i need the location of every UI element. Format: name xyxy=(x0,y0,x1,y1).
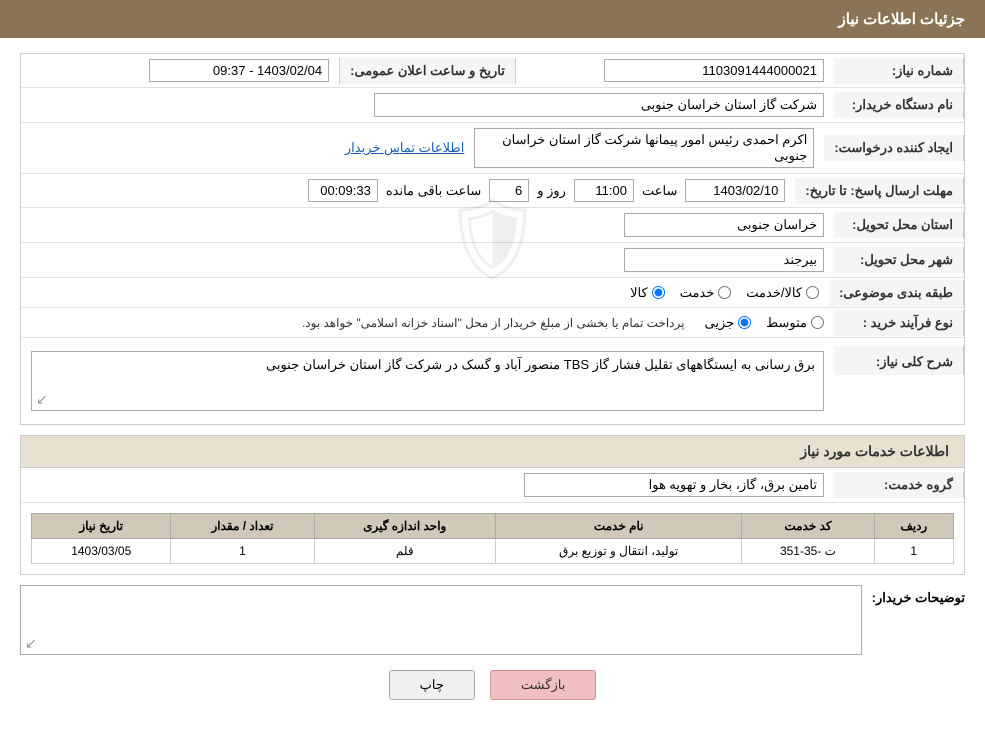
requester-input: اکرم احمدی رئیس امور پیمانها شرکت گاز اس… xyxy=(474,128,814,168)
row-buyer-org: نام دستگاه خریدار: شرکت گاز استان خراسان… xyxy=(21,88,964,123)
services-title: اطلاعات خدمات مورد نیاز xyxy=(21,436,964,468)
province-input: خراسان جنوبی xyxy=(624,213,824,237)
requester-label: ایجاد کننده درخواست: xyxy=(824,135,964,161)
page-wrapper: جزئیات اطلاعات نیاز 🛡 شماره نیاز: 110309… xyxy=(0,0,985,730)
description-label: شرح کلی نیاز: xyxy=(834,346,964,375)
need-number-input: 1103091444000021 xyxy=(604,59,824,82)
reply-time-label: ساعت xyxy=(642,183,677,199)
info-section: 🛡 شماره نیاز: 1103091444000021 تاریخ و س… xyxy=(20,53,965,425)
col-quantity: تعداد / مقدار xyxy=(171,514,314,539)
process-note: پرداخت تمام یا بخشی از مبلغ خریدار از مح… xyxy=(302,316,685,330)
page-title: جزئیات اطلاعات نیاز xyxy=(839,11,966,28)
table-cell-quantity: 1 xyxy=(171,539,314,564)
category-value: کالا/خدمت خدمت کالا xyxy=(21,280,829,306)
table-cell-code: ت -35-351 xyxy=(742,539,874,564)
table-cell-name: تولید، انتقال و توزیع برق xyxy=(495,539,741,564)
category-kala-khedmat-radio[interactable] xyxy=(806,286,819,299)
category-kala-item: کالا xyxy=(630,285,665,301)
row-requester: ایجاد کننده درخواست: اکرم احمدی رئیس امو… xyxy=(21,123,964,174)
buyer-notes-resize-icon: ↙ xyxy=(25,635,37,652)
category-kala-radio[interactable] xyxy=(652,286,665,299)
category-kala-label: کالا xyxy=(630,285,648,301)
reply-remaining-label: ساعت باقی مانده xyxy=(386,183,481,199)
col-unit: واحد اندازه گیری xyxy=(314,514,495,539)
announce-date-input: 1403/02/04 - 09:37 xyxy=(149,59,329,82)
buttons-row: بازگشت چاپ xyxy=(20,670,965,715)
reply-days-label: روز و xyxy=(537,183,566,199)
category-kala-khedmat-item: کالا/خدمت xyxy=(746,285,819,301)
col-name: نام خدمت xyxy=(495,514,741,539)
need-number-label: شماره نیاز: xyxy=(834,58,964,84)
service-group-label: گروه خدمت: xyxy=(834,472,964,498)
back-button[interactable]: بازگشت xyxy=(490,670,596,700)
description-text: برق رسانی به ایستگاههای تقلیل فشار گاز T… xyxy=(266,357,815,372)
resize-handle-icon: ↙ xyxy=(36,391,48,408)
col-date: تاریخ نیاز xyxy=(32,514,171,539)
row-province: استان محل تحویل: خراسان جنوبی xyxy=(21,208,964,243)
city-value: بیرجند xyxy=(21,243,834,277)
reply-days-input: 6 xyxy=(489,179,529,202)
process-container: متوسط جزیی پرداخت تمام یا بخشی از مبلغ خ… xyxy=(31,315,824,331)
process-motavaset-item: متوسط xyxy=(766,315,824,331)
buyer-notes-textarea[interactable]: ↙ xyxy=(20,585,862,655)
reply-deadline-value: 1403/02/10 ساعت 11:00 روز و 6 ساعت باقی … xyxy=(21,174,795,207)
row-service-group: گروه خدمت: تامین برق، گاز، بخار و تهویه … xyxy=(21,468,964,503)
buyer-org-label: نام دستگاه خریدار: xyxy=(834,92,964,118)
category-khedmat-item: خدمت xyxy=(680,285,732,301)
process-motavaset-radio[interactable] xyxy=(811,316,824,329)
reply-date-input: 1403/02/10 xyxy=(685,179,785,202)
services-section: اطلاعات خدمات مورد نیاز گروه خدمت: تامین… xyxy=(20,435,965,575)
category-label: طبقه بندی موضوعی: xyxy=(829,280,964,306)
process-motavaset-label: متوسط xyxy=(766,315,807,331)
col-row: ردیف xyxy=(874,514,953,539)
requester-contact-link[interactable]: اطلاعات تماس خریدار xyxy=(345,140,464,156)
need-number-value: 1103091444000021 xyxy=(516,54,834,87)
category-kala-khedmat-label: کالا/خدمت xyxy=(746,285,802,301)
process-value: متوسط جزیی پرداخت تمام یا بخشی از مبلغ خ… xyxy=(21,310,834,336)
process-label: نوع فرآیند خرید : xyxy=(834,310,964,336)
process-jozvi-radio[interactable] xyxy=(738,316,751,329)
services-table-container: ردیف کد خدمت نام خدمت واحد اندازه گیری ت… xyxy=(21,503,964,574)
requester-value: اکرم احمدی رئیس امور پیمانها شرکت گاز اس… xyxy=(21,123,824,173)
city-input: بیرجند xyxy=(624,248,824,272)
row-process: نوع فرآیند خرید : متوسط جزیی xyxy=(21,308,964,338)
row-category: طبقه بندی موضوعی: کالا/خدمت خدمت xyxy=(21,278,964,308)
service-group-value: تامین برق، گاز، بخار و تهویه هوا xyxy=(21,468,834,502)
page-header: جزئیات اطلاعات نیاز xyxy=(0,0,985,38)
city-label: شهر محل تحویل: xyxy=(834,247,964,273)
services-table: ردیف کد خدمت نام خدمت واحد اندازه گیری ت… xyxy=(31,513,954,564)
buyer-notes-label: توضیحات خریدار: xyxy=(872,585,965,606)
process-jozvi-item: جزیی xyxy=(704,315,751,331)
category-radio-group: کالا/خدمت خدمت کالا xyxy=(31,285,819,301)
row-city: شهر محل تحویل: بیرجند xyxy=(21,243,964,278)
table-cell-date: 1403/03/05 xyxy=(32,539,171,564)
description-value: برق رسانی به ایستگاههای تقلیل فشار گاز T… xyxy=(21,346,834,416)
description-textarea[interactable]: برق رسانی به ایستگاههای تقلیل فشار گاز T… xyxy=(31,351,824,411)
process-jozvi-label: جزیی xyxy=(704,315,734,331)
row-reply-deadline: مهلت ارسال پاسخ: تا تاریخ: 1403/02/10 سا… xyxy=(21,174,964,208)
table-cell-unit: قلم xyxy=(314,539,495,564)
category-khedmat-label: خدمت xyxy=(680,285,715,301)
reply-time-input: 11:00 xyxy=(574,179,634,202)
service-group-input: تامین برق، گاز، بخار و تهویه هوا xyxy=(524,473,824,497)
category-khedmat-radio[interactable] xyxy=(718,286,731,299)
row-description: شرح کلی نیاز: برق رسانی به ایستگاههای تق… xyxy=(21,338,964,424)
announce-date-label: تاریخ و ساعت اعلان عمومی: xyxy=(339,58,516,84)
buyer-org-value: شرکت گاز استان خراسان جنوبی xyxy=(21,88,834,122)
announce-date-value: 1403/02/04 - 09:37 xyxy=(21,54,339,87)
table-cell-row: 1 xyxy=(874,539,953,564)
print-button[interactable]: چاپ xyxy=(389,670,475,700)
row-need-number: شماره نیاز: 1103091444000021 تاریخ و ساع… xyxy=(21,54,964,88)
col-code: کد خدمت xyxy=(742,514,874,539)
province-value: خراسان جنوبی xyxy=(21,208,834,242)
buyer-notes-container: توضیحات خریدار: ↙ xyxy=(20,585,965,655)
reply-remaining-input: 00:09:33 xyxy=(308,179,378,202)
process-radio-group: متوسط جزیی xyxy=(704,315,824,331)
province-label: استان محل تحویل: xyxy=(834,212,964,238)
reply-deadline-label: مهلت ارسال پاسخ: تا تاریخ: xyxy=(795,178,964,204)
main-content: 🛡 شماره نیاز: 1103091444000021 تاریخ و س… xyxy=(0,38,985,730)
table-row: 1ت -35-351تولید، انتقال و توزیع برققلم11… xyxy=(32,539,954,564)
buyer-org-input: شرکت گاز استان خراسان جنوبی xyxy=(374,93,824,117)
